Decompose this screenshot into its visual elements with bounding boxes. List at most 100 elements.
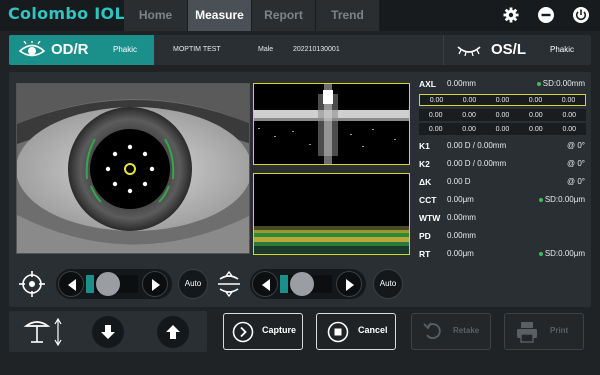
delta-k-row: ΔK 0.00 D @ 0°: [416, 177, 588, 191]
axl-cell: 0.00: [429, 96, 444, 104]
rt-sd: SD:0.00μm: [538, 249, 585, 258]
focus-slider-knob[interactable]: [96, 272, 120, 296]
arrow-down-icon: [101, 325, 115, 339]
minimize-icon[interactable]: [537, 6, 555, 24]
k2-value: 0.00 D / 0.00mm: [447, 159, 507, 168]
status-dot: [538, 197, 543, 202]
closed-eye-icon: [457, 46, 481, 57]
k2-axis: @ 0°: [567, 159, 585, 168]
arrow-right-icon: [346, 279, 354, 291]
iris-camera-view: [16, 83, 250, 254]
wtw-value: 0.00mm: [447, 213, 476, 222]
focus-slider-fill: [86, 275, 94, 293]
tab-report[interactable]: Report: [252, 0, 316, 31]
axl-sd-value: SD:0.00mm: [542, 79, 585, 88]
cct-row: CCT 0.00μm SD:0.00μm: [416, 195, 588, 209]
status-dot: [536, 81, 541, 86]
oct-scan-anterior: [253, 83, 410, 165]
axl-cell: 0.00: [495, 125, 510, 133]
rt-value: 0.00μm: [447, 249, 474, 258]
chinrest-icon: [22, 316, 66, 348]
printer-icon: [517, 322, 537, 343]
delta-k-label: ΔK: [419, 177, 432, 187]
focus-increase-button[interactable]: [142, 271, 168, 297]
k2-label: K2: [419, 159, 430, 169]
capture-button[interactable]: Capture: [223, 313, 303, 350]
pd-value: 0.00mm: [447, 231, 476, 240]
print-button[interactable]: Print: [504, 313, 584, 350]
depth-adjust-icon[interactable]: [215, 270, 243, 298]
tab-trend[interactable]: Trend: [316, 0, 380, 31]
depth-decrease-button[interactable]: [252, 271, 278, 297]
open-eye-icon: [18, 41, 46, 57]
axl-cell: 0.00: [495, 96, 510, 104]
left-eye-lens-status: Phakic: [550, 45, 575, 54]
rt-row: RT 0.00μm SD:0.00μm: [416, 249, 588, 263]
right-eye-selector[interactable]: OD/R Phakic: [9, 35, 154, 65]
focus-decrease-button[interactable]: [58, 271, 84, 297]
chevron-right-circle-icon: [232, 321, 254, 343]
tab-home[interactable]: Home: [124, 0, 188, 31]
cct-sd: SD:0.00μm: [538, 195, 585, 204]
right-eye-label: OD/R: [51, 41, 89, 58]
gear-icon[interactable]: [502, 6, 520, 24]
axl-cell: 0.00: [462, 96, 477, 104]
axl-cell: 0.00: [495, 111, 510, 119]
power-icon[interactable]: [572, 6, 590, 24]
target-crosshair-icon[interactable]: [18, 270, 46, 298]
axl-grid-row[interactable]: 0.00 0.00 0.00 0.00 0.00: [419, 123, 586, 135]
depth-increase-button[interactable]: [336, 271, 362, 297]
depth-slider-fill: [280, 275, 288, 293]
axl-grid-row-selected[interactable]: 0.00 0.00 0.00 0.00 0.00: [419, 94, 586, 106]
axl-cell: 0.00: [562, 125, 577, 133]
left-eye-selector[interactable]: OS/L Phakic: [443, 35, 591, 65]
depth-slider[interactable]: [250, 269, 366, 299]
axl-row: AXL 0.00mm SD:0.00mm: [416, 79, 588, 93]
chinrest-down-button[interactable]: [92, 316, 124, 348]
oct-scan-retina: [253, 173, 410, 255]
k2-row: K2 0.00 D / 0.00mm @ 0°: [416, 159, 588, 173]
arrow-right-icon: [152, 279, 160, 291]
retake-button[interactable]: Retake: [411, 313, 491, 350]
k1-label: K1: [419, 141, 430, 151]
undo-icon: [423, 322, 441, 339]
delta-k-value: 0.00 D: [447, 177, 471, 186]
axl-sd: SD:0.00mm: [536, 79, 585, 88]
main-tabs: Home Measure Report Trend: [124, 0, 380, 31]
rt-label: RT: [419, 249, 431, 259]
cancel-button[interactable]: Cancel: [316, 313, 396, 350]
k1-row: K1 0.00 D / 0.00mm @ 0°: [416, 141, 588, 155]
arrow-up-icon: [166, 325, 180, 339]
left-eye-label: OS/L: [491, 41, 527, 58]
capture-label: Capture: [262, 325, 297, 335]
patient-id: 202210130001: [293, 46, 340, 53]
axl-cell: 0.00: [561, 96, 576, 104]
auto-depth-button[interactable]: Auto: [373, 269, 403, 299]
cct-sd-value: SD:0.00μm: [544, 195, 585, 204]
wtw-label: WTW: [419, 213, 441, 223]
right-eye-lens-status: Phakic: [113, 45, 138, 54]
axl-grid-row[interactable]: 0.00 0.00 0.00 0.00 0.00: [419, 109, 586, 121]
tab-measure[interactable]: Measure: [188, 0, 252, 31]
arrow-left-icon: [262, 279, 270, 291]
axl-cell: 0.00: [529, 111, 543, 119]
depth-slider-knob[interactable]: [290, 272, 314, 296]
patient-sex: Male: [258, 46, 274, 53]
k1-axis: @ 0°: [567, 141, 585, 150]
axl-cell: 0.00: [528, 96, 543, 104]
cct-value: 0.00μm: [447, 195, 474, 204]
delta-k-axis: @ 0°: [567, 177, 585, 186]
cancel-label: Cancel: [358, 325, 388, 335]
retake-label: Retake: [453, 326, 480, 335]
chinrest-up-button[interactable]: [157, 316, 189, 348]
axl-cell: 0.00: [428, 111, 443, 119]
app-logo: Colombo IOL: [8, 4, 125, 23]
auto-focus-button[interactable]: Auto: [178, 269, 208, 299]
focus-slider[interactable]: [56, 269, 172, 299]
cct-label: CCT: [419, 195, 437, 205]
axl-cell: 0.00: [562, 111, 577, 119]
pd-label: PD: [419, 231, 431, 241]
stop-icon: [327, 321, 349, 343]
pd-row: PD 0.00mm: [416, 231, 588, 245]
axl-cell: 0.00: [462, 125, 476, 133]
